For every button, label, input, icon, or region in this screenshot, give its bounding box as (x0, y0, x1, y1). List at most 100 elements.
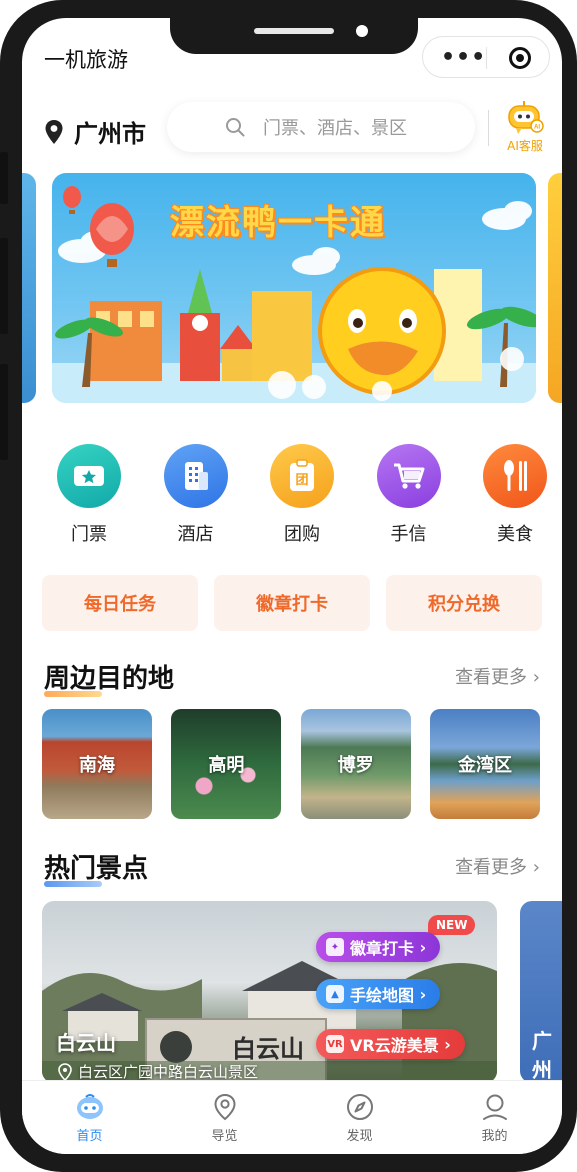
category-label: 团购 (284, 524, 320, 545)
ticket-icon (57, 444, 121, 508)
search-placeholder: 门票、酒店、景区 (263, 118, 407, 139)
hot-more-link[interactable]: 查看更多 › (455, 853, 540, 879)
destination-name: 金湾区 (457, 755, 512, 776)
more-menu-icon[interactable]: ••• (441, 45, 486, 70)
hot-title-text: 热门景点 (44, 854, 149, 884)
destination-card[interactable]: 博罗 (300, 709, 411, 819)
spot-address: 白云区广园中路白云山景区 (58, 1061, 258, 1082)
chevron-right-icon: › (532, 667, 540, 688)
capsule-divider (486, 47, 487, 69)
ai-divider (488, 110, 489, 146)
chevron-right-icon: › (414, 984, 427, 1004)
mute-switch (0, 152, 8, 204)
daily-tasks-button[interactable]: 每日任务 (42, 575, 198, 631)
app-title: 一机旅游 (44, 48, 128, 72)
nearby-destinations: 南海 高明 博罗 金湾区 (42, 709, 540, 819)
destination-card[interactable]: 金湾区 (429, 709, 540, 819)
robot-icon: AI (508, 101, 544, 134)
search-icon (226, 118, 245, 137)
notch (170, 18, 418, 54)
location-selector[interactable]: 广州市 (44, 114, 146, 149)
next-spot-name: 广州 (532, 1029, 552, 1082)
location-pin-icon (213, 1093, 236, 1121)
food-icon (483, 444, 547, 508)
tab-label: 发现 (346, 1129, 373, 1144)
bottom-tab-bar: 首页 导览 发现 我的 (22, 1080, 562, 1154)
destination-card[interactable]: 高明 (171, 709, 282, 819)
map-person-icon: ▲ (326, 985, 344, 1003)
category-group-buy[interactable]: 团 团购 (257, 444, 347, 546)
nearby-title-text: 周边目的地 (44, 664, 175, 694)
chevron-right-icon: › (438, 1034, 451, 1054)
category-label: 美食 (497, 524, 533, 545)
category-label: 门票 (71, 524, 107, 545)
more-label: 查看更多 (455, 857, 528, 878)
svg-text:AI: AI (534, 125, 540, 131)
close-miniprogram-icon[interactable] (509, 47, 531, 69)
next-spot-card[interactable]: 广州 (520, 901, 562, 1083)
ai-service-button[interactable]: AI AI客服 (500, 100, 550, 154)
vr-tour-pill[interactable]: VR VR云游美景 › (316, 1029, 465, 1059)
tab-label: 导览 (211, 1129, 238, 1144)
volume-up-button (0, 238, 8, 334)
location-pin-icon (45, 119, 63, 144)
pill-label: 徽章打卡 (350, 939, 415, 958)
phone-frame: 一机旅游 ••• 广州市 门票、酒店、景区 AI AI客服 漂流鸭一卡通 门票 … (0, 0, 577, 1172)
badge-checkin-pill[interactable]: ✦ 徽章打卡 › (316, 932, 441, 962)
category-souvenirs[interactable]: 手信 (364, 444, 454, 546)
banner-next-slide[interactable] (548, 173, 562, 403)
badge-checkin-button[interactable]: 徽章打卡 (214, 575, 370, 631)
home-icon (76, 1094, 103, 1119)
tab-guide[interactable]: 导览 (157, 1081, 292, 1154)
compass-icon (346, 1094, 373, 1120)
promo-banner[interactable]: 漂流鸭一卡通 (52, 173, 536, 403)
new-badge: NEW (428, 915, 476, 935)
spot-sign-text: 白云山 (232, 1034, 304, 1063)
tab-label: 首页 (76, 1129, 103, 1144)
speaker (254, 28, 334, 34)
nearby-more-link[interactable]: 查看更多 › (455, 663, 540, 689)
cart-icon (376, 444, 441, 508)
nearby-section-title: 周边目的地 (44, 658, 175, 697)
ai-service-label: AI客服 (507, 139, 543, 153)
volume-down-button (0, 364, 8, 460)
tab-discover[interactable]: 发现 (292, 1081, 427, 1154)
screen: 一机旅游 ••• 广州市 门票、酒店、景区 AI AI客服 漂流鸭一卡通 门票 … (22, 18, 562, 1154)
group-buy-icon: 团 (270, 444, 334, 508)
destination-name: 高明 (208, 755, 245, 776)
svg-text:团: 团 (295, 473, 308, 488)
more-label: 查看更多 (455, 667, 528, 688)
destination-name: 南海 (79, 755, 115, 776)
category-label: 手信 (390, 524, 427, 545)
task-row: 每日任务 徽章打卡 积分兑换 (42, 575, 542, 631)
duck-mascot (318, 267, 446, 395)
hand-drawn-map-pill[interactable]: ▲ 手绘地图 › (316, 979, 441, 1009)
scenic-spot-card[interactable]: 白云山 白云山 白云区广园中路白云山景区 NEW ✦ 徽章打卡 › ▲ 手绘地图… (42, 901, 497, 1083)
user-icon (482, 1094, 507, 1120)
front-camera (356, 25, 368, 37)
destination-card[interactable]: 南海 (42, 709, 152, 819)
vr-icon: VR (326, 1035, 344, 1053)
spot-name: 白云山 (56, 1031, 116, 1055)
tab-label: 我的 (481, 1129, 508, 1144)
category-food[interactable]: 美食 (470, 444, 560, 546)
medal-icon: ✦ (326, 938, 344, 956)
pill-label: 手绘地图 (350, 986, 415, 1005)
miniprogram-capsule: ••• (422, 36, 550, 78)
chevron-right-icon: › (414, 937, 427, 957)
tab-profile[interactable]: 我的 (427, 1081, 562, 1154)
spot-address-text: 白云区广园中路白云山景区 (78, 1063, 259, 1081)
category-label: 酒店 (177, 524, 214, 545)
hot-section-title: 热门景点 (44, 848, 149, 887)
tab-home[interactable]: 首页 (22, 1081, 157, 1154)
banner-prev-slide[interactable] (22, 173, 36, 403)
pill-label: VR云游美景 (350, 1036, 439, 1055)
search-bar[interactable]: 门票、酒店、景区 (167, 102, 475, 152)
hotel-icon (163, 444, 228, 508)
banner-title: 漂流鸭一卡通 (170, 203, 386, 243)
category-hotel[interactable]: 酒店 (151, 444, 241, 546)
location-pin-icon (58, 1062, 72, 1081)
category-tickets[interactable]: 门票 (44, 444, 134, 546)
points-exchange-button[interactable]: 积分兑换 (386, 575, 542, 631)
city-name: 广州市 (74, 120, 146, 148)
